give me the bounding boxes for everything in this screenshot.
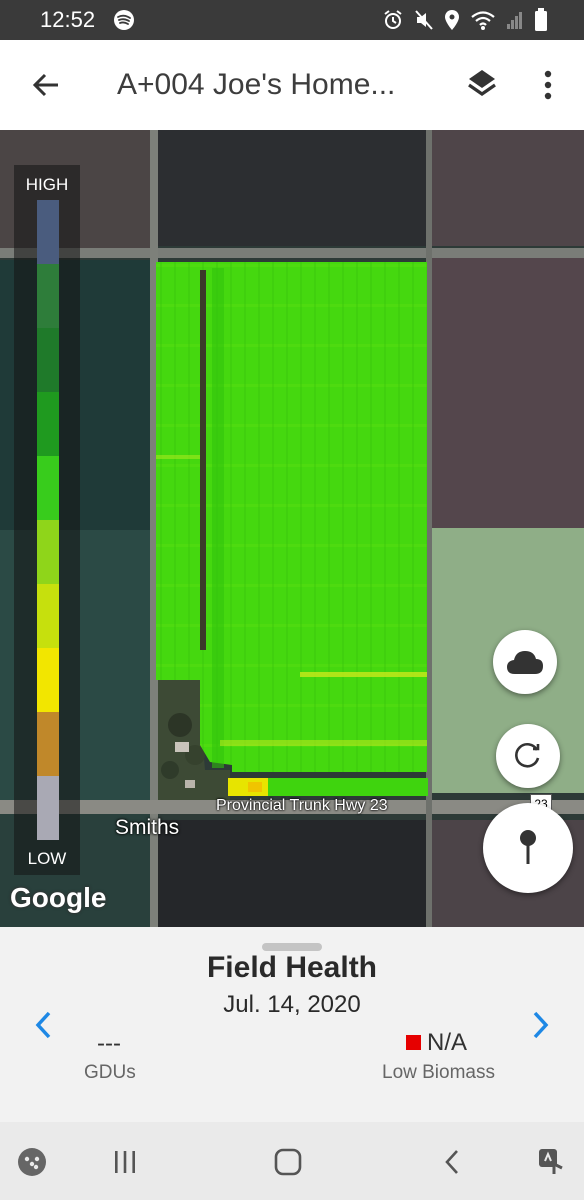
sheet-title: Field Health [206, 951, 378, 984]
town-label: Smiths [115, 816, 180, 839]
app-bar: A+004 Joe's Home... [0, 40, 584, 130]
recents-button[interactable] [105, 1144, 145, 1180]
chevron-left-icon [35, 1011, 51, 1039]
sheet-drag-handle[interactable] [262, 943, 322, 951]
assistant-button[interactable] [12, 1144, 52, 1180]
assistant-icon [18, 1148, 46, 1176]
system-back-button[interactable] [432, 1144, 472, 1180]
spotify-icon [113, 9, 135, 36]
refresh-icon [515, 743, 540, 768]
refresh-button[interactable] [496, 724, 560, 788]
legend-high-label: HIGH [25, 175, 69, 194]
google-attribution: Google [10, 882, 107, 913]
status-bar: 12:52 [0, 0, 584, 40]
field-health-sheet[interactable]: Field Health Jul. 14, 2020 --- GDUs N/A … [0, 927, 584, 1122]
field-map[interactable]: HIGH LOW Provincial Trunk Hwy 23 Smiths … [0, 130, 584, 927]
wifi-icon [470, 9, 496, 36]
back-button[interactable] [26, 62, 66, 108]
gdu-value: --- [97, 1030, 121, 1057]
legend-swatch [37, 648, 59, 712]
biomass-value-group: N/A [406, 1029, 467, 1057]
home-button[interactable] [268, 1144, 308, 1180]
legend-swatch [37, 200, 59, 264]
chevron-right-icon [533, 1011, 549, 1039]
gdu-label: GDUs [84, 1062, 136, 1083]
cloud-icon [507, 651, 543, 674]
arrow-back-icon [32, 73, 58, 97]
mute-icon [414, 9, 434, 36]
system-navigation-bar [0, 1122, 584, 1200]
back-icon [445, 1150, 458, 1174]
previous-date-button[interactable] [28, 1007, 58, 1043]
recents-icon [115, 1151, 135, 1173]
layers-icon [468, 70, 496, 96]
legend-swatch [37, 456, 59, 520]
more-options-button[interactable] [534, 66, 562, 106]
status-time: 12:52 [40, 7, 96, 32]
biomass-label: Low Biomass [382, 1062, 495, 1083]
weather-button[interactable] [493, 630, 557, 694]
legend-swatch [37, 328, 59, 392]
sheet-date: Jul. 14, 2020 [223, 991, 361, 1018]
more-vert-icon [544, 70, 552, 100]
next-date-button[interactable] [526, 1007, 556, 1043]
location-icon [444, 9, 460, 36]
map-pin-icon [520, 830, 536, 864]
road-label: Provincial Trunk Hwy 23 [216, 797, 388, 814]
health-legend: HIGH LOW [14, 165, 80, 875]
legend-swatch [37, 584, 59, 648]
legend-low-label: LOW [27, 849, 67, 868]
layers-button[interactable] [462, 64, 502, 106]
alarm-icon [382, 9, 404, 36]
accessibility-button[interactable] [532, 1144, 572, 1180]
legend-swatch [37, 776, 59, 840]
legend-swatch [37, 712, 59, 776]
legend-swatch [37, 264, 59, 328]
page-title: A+004 Joe's Home... [117, 68, 396, 101]
accessibility-icon [539, 1149, 563, 1174]
legend-swatch [37, 392, 59, 456]
drop-pin-button[interactable] [483, 803, 573, 893]
biomass-value: N/A [427, 1029, 468, 1056]
legend-swatch [37, 520, 59, 584]
home-icon [274, 1148, 302, 1176]
biomass-status-indicator [406, 1035, 421, 1050]
legend-color-scale [37, 200, 59, 840]
signal-icon [506, 9, 524, 36]
battery-icon [534, 8, 548, 37]
